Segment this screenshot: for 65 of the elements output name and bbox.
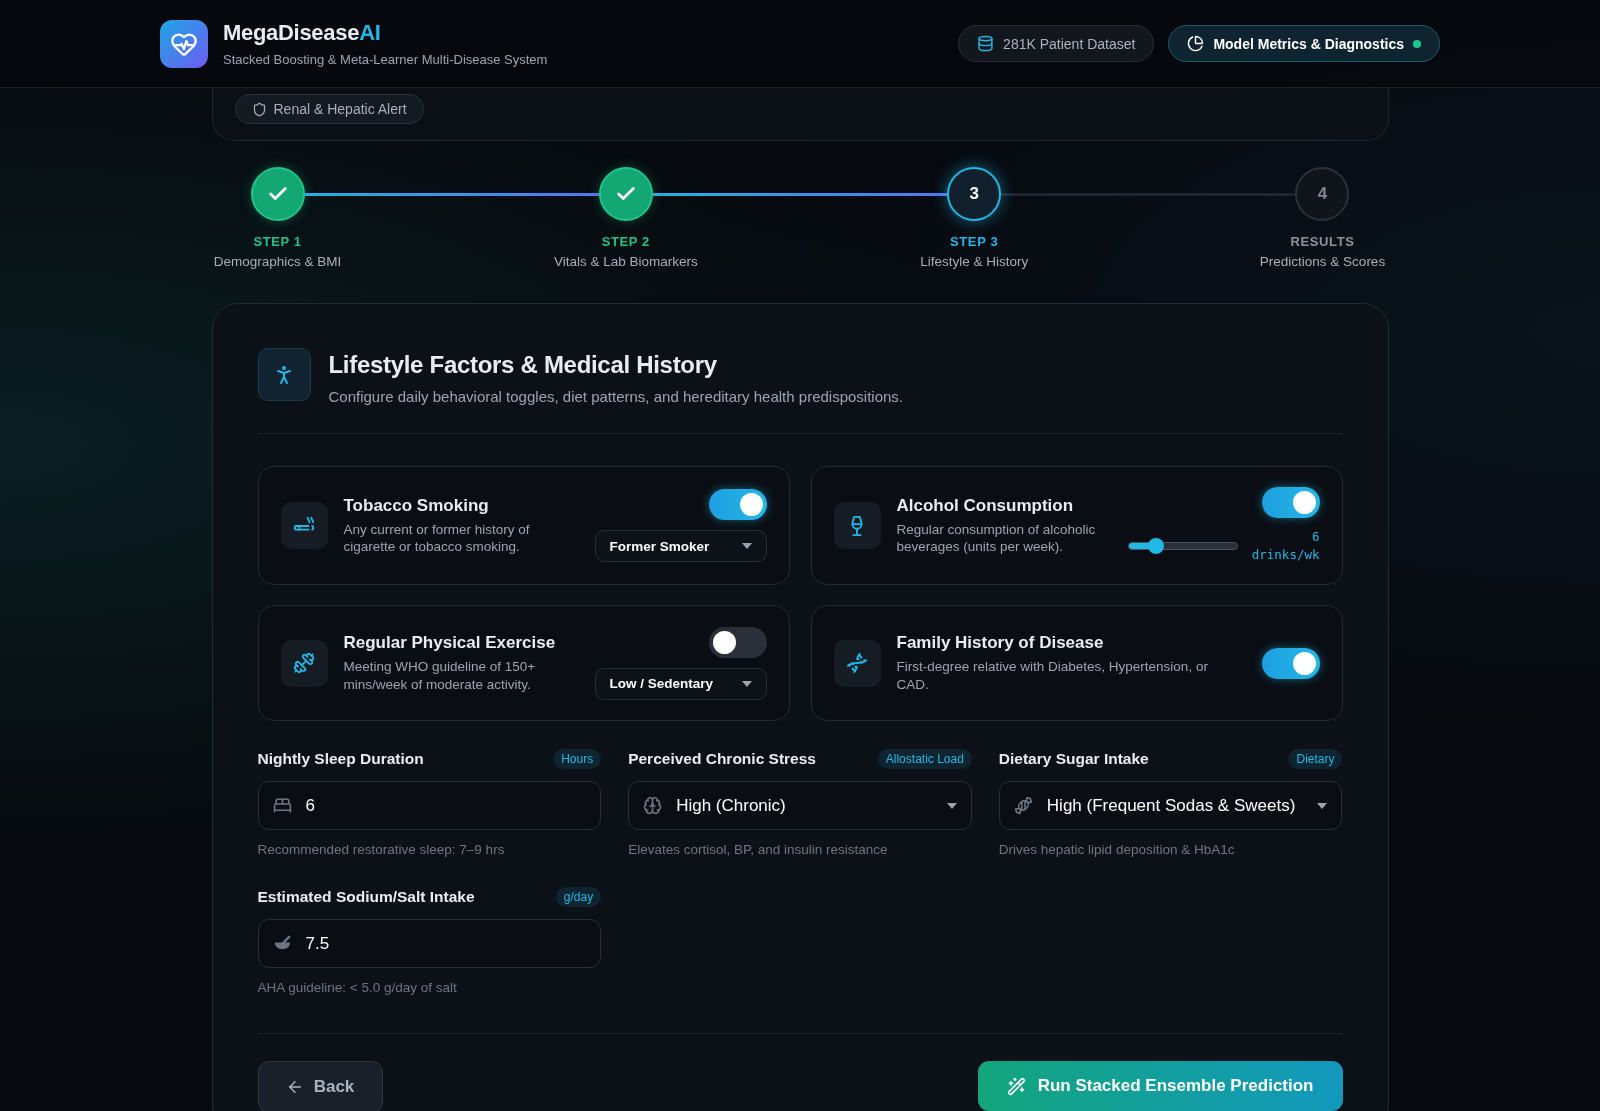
input-field[interactable]: 6: [257, 781, 602, 831]
toggle-description: Any current or former history of cigarette or tobacco smoking.: [343, 520, 531, 556]
step-label: Vitals & Lab Biomarkers: [553, 254, 698, 269]
unit-badge: Dietary: [1288, 749, 1343, 770]
select-field[interactable]: Former Smoker: [594, 530, 767, 563]
alert-chip: Renal & Hepatic Alert: [234, 94, 424, 124]
step-label: Lifestyle & History: [920, 254, 1029, 269]
unit-badge: Hours: [553, 749, 602, 770]
app-subtitle: Stacked Boosting & Meta-Learner Multi-Disease System: [223, 52, 548, 67]
dna-icon: [846, 652, 868, 675]
field-label: Dietary Sugar Intake: [998, 750, 1149, 769]
field-label: Nightly Sleep Duration: [257, 750, 424, 769]
step-title: STEP 2: [601, 234, 650, 249]
back-button[interactable]: Back: [257, 1061, 383, 1111]
select-field[interactable]: High (Chronic): [628, 781, 972, 831]
step-title: STEP 3: [950, 234, 999, 249]
toggle-switch[interactable]: [1261, 487, 1320, 518]
magic-wand-icon: [1006, 1076, 1026, 1096]
toggle-title: Tobacco Smoking: [343, 495, 490, 516]
toggle-switch[interactable]: [708, 489, 767, 521]
toggle-switch[interactable]: [1261, 647, 1320, 679]
toggle-title: Regular Physical Exercise: [343, 633, 557, 654]
unit-badge: g/day: [555, 887, 602, 908]
caret-icon: [1317, 802, 1328, 809]
dumbbell-icon: [293, 652, 315, 675]
toggle-description: Meeting WHO guideline of 150+ mins/week of moderate activity.: [343, 658, 537, 694]
pie-chart-icon: [1187, 35, 1205, 52]
field-label: Estimated Sodium/Salt Intake: [257, 888, 475, 907]
caret-icon: [741, 680, 752, 687]
step-label: Predictions & Scores: [1259, 254, 1386, 269]
field-hint: Elevates cortisol, BP, and insulin resistance: [628, 842, 889, 858]
field-label: Perceived Chronic Stress: [628, 750, 816, 769]
brain-icon: [643, 796, 663, 816]
step-title: RESULTS: [1290, 234, 1355, 249]
bed-icon: [272, 796, 292, 816]
step-label: Demographics & BMI: [213, 254, 342, 269]
step-title: STEP 1: [253, 234, 302, 249]
unit-badge: Allostatic Load: [877, 749, 972, 770]
slider-thumb[interactable]: [1147, 538, 1164, 555]
toggle-switch[interactable]: [708, 626, 767, 658]
toggle-description: First-degree relative with Diabetes, Hypertension, or CAD.: [896, 658, 1209, 694]
select-field[interactable]: Low / Sedentary: [594, 667, 767, 700]
select-field[interactable]: High (Frequent Sodas & Sweets): [998, 781, 1343, 831]
toggle-title: Family History of Disease: [896, 633, 1105, 654]
toggle-title: Alcohol Consumption: [896, 495, 1075, 516]
step-circle: 4: [1295, 167, 1350, 221]
reading-unit: drinks/wk: [1251, 546, 1320, 565]
database-icon: [977, 35, 995, 52]
app-title: MegaDiseaseAI: [223, 20, 382, 46]
toggle-description: Regular consumption of alcoholic beverages (units per week).: [896, 520, 1097, 556]
caret-icon: [741, 543, 752, 550]
input-field[interactable]: 7.5: [257, 919, 602, 969]
field-hint: AHA guideline: < 5.0 g/day of salt: [257, 980, 458, 996]
caret-icon: [946, 802, 957, 809]
section-title: Lifestyle Factors & Medical History: [328, 351, 718, 379]
field-hint: Drives hepatic lipid deposition & HbA1c: [998, 842, 1236, 858]
logo-icon: [160, 19, 208, 68]
dataset-button[interactable]: 281K Patient Dataset: [958, 25, 1155, 62]
step-circle: 3: [947, 167, 1002, 221]
section-subtitle: Configure daily behavioral toggles, diet patterns, and hereditary health predispositions.: [328, 388, 904, 405]
field-hint: Recommended restorative sleep: 7–9 hrs: [257, 842, 506, 858]
candy-icon: [1013, 796, 1033, 816]
shield-icon: [251, 101, 267, 117]
metrics-button[interactable]: Model Metrics & Diagnostics: [1168, 25, 1440, 62]
reading-value: 6: [1311, 528, 1320, 546]
